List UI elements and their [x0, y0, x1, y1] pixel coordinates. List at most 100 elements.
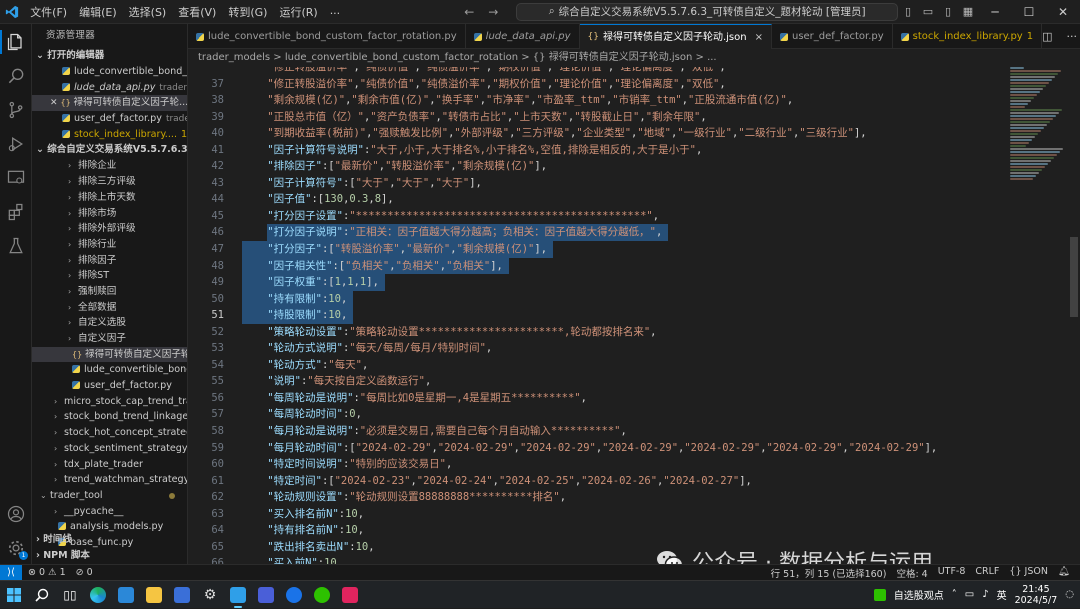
- taskbar-search-icon[interactable]: [28, 581, 56, 609]
- code-line[interactable]: "因子值":[130,0.3,8],: [242, 191, 1012, 208]
- editor-tab[interactable]: user_def_factor.py: [772, 24, 893, 49]
- open-editor-item[interactable]: stock_index_library.... 1: [32, 127, 187, 143]
- back-arrow-icon[interactable]: ←: [464, 5, 474, 19]
- code-line[interactable]: "排除因子":["最新价","转股溢价率","剩余规模(亿)"],: [242, 158, 1012, 175]
- code-line[interactable]: "轮动规则设置":"轮动规则设置88888888**********排名",: [242, 489, 1012, 506]
- vertical-scrollbar[interactable]: [1068, 67, 1080, 564]
- code-line[interactable]: "每月轮动时间":["2024-02-29","2024-02-29","202…: [242, 440, 1012, 457]
- code-line[interactable]: "到期收益率(税前)","强赎触发比例","外部评级","三方评级","企业类型…: [242, 125, 1012, 142]
- language-mode[interactable]: {} JSON: [1009, 566, 1048, 580]
- tree-item[interactable]: › 排除ST: [32, 268, 187, 284]
- editor-tab[interactable]: {} 禄得可转债自定义因子轮动.json ×: [579, 24, 772, 50]
- more-actions-icon[interactable]: ···: [1067, 30, 1078, 43]
- code-line[interactable]: "因子相关性":["负相关","负相关","负相关"],: [242, 257, 1012, 275]
- breadcrumb[interactable]: trader_models > lude_convertible_bond_cu…: [188, 49, 1080, 67]
- maximize-button[interactable]: ☐: [1012, 5, 1046, 19]
- task-view-icon[interactable]: ▯▯: [56, 581, 84, 609]
- menu-item[interactable]: 选择(S): [123, 4, 173, 20]
- project-folder-header[interactable]: ⌄ 综合自定义交易系统V5.5.7.6.3_可转...: [32, 142, 187, 158]
- tree-item[interactable]: › 全部数据: [32, 300, 187, 316]
- tree-item[interactable]: › 自定义选股: [32, 315, 187, 331]
- source-control-icon[interactable]: [0, 94, 32, 126]
- customize-layout-icon[interactable]: ▦: [958, 5, 978, 18]
- code-line[interactable]: "持有限制":10,: [242, 290, 1012, 308]
- tree-item[interactable]: › trend_watchman_strategy: [32, 472, 187, 488]
- scrollbar-thumb[interactable]: [1070, 237, 1078, 317]
- open-editor-item[interactable]: lude_data_api.pytrader_t...: [32, 80, 187, 96]
- mail-icon[interactable]: [112, 581, 140, 609]
- settings-app-icon[interactable]: ⚙: [196, 581, 224, 609]
- code-line[interactable]: "因子权重":[1,1,1],: [242, 274, 1012, 291]
- remote-explorer-icon[interactable]: [0, 162, 32, 194]
- ports-status[interactable]: ⊘ 0: [76, 567, 93, 578]
- tree-item[interactable]: › stock_bond_trend_linkage_st...: [32, 409, 187, 425]
- editor-tab[interactable]: lude_convertible_bond_custom_factor_rota…: [188, 24, 466, 49]
- close-window-button[interactable]: ✕: [1046, 5, 1080, 19]
- tree-item[interactable]: › __pycache__: [32, 504, 187, 520]
- npm-scripts-section[interactable]: › NPM 脚本: [32, 548, 187, 564]
- settings-gear-icon[interactable]: 1: [0, 532, 32, 564]
- open-editor-item[interactable]: user_def_factor.pytrader...: [32, 111, 187, 127]
- tree-item[interactable]: › 强制赎回: [32, 284, 187, 300]
- code-line[interactable]: "每月轮动是说明":"必须是交易日,需要自己每个月自动输入**********"…: [242, 423, 1012, 440]
- menu-item[interactable]: 查看(V): [172, 4, 222, 20]
- code-editor[interactable]: 37 38 39 40 41 42 43 44 45 46 47 48 49 50 51 52 53 54 55 56…: [188, 67, 1080, 564]
- tree-item[interactable]: › 排除外部评级: [32, 221, 187, 237]
- tree-item[interactable]: lude_convertible_bond_cus...: [32, 362, 187, 378]
- tray-app-label[interactable]: 自选股观点: [894, 587, 944, 602]
- red-app-icon[interactable]: [336, 581, 364, 609]
- code-line[interactable]: "持股限制":10,: [242, 307, 1012, 324]
- menu-item[interactable]: 编辑(E): [73, 4, 123, 20]
- cursor-position[interactable]: 行 51，列 15 (已选择160): [771, 566, 887, 580]
- edge-browser-icon[interactable]: [84, 581, 112, 609]
- encoding[interactable]: UTF-8: [938, 566, 966, 580]
- menu-item[interactable]: 文件(F): [24, 4, 73, 20]
- notification-center-icon[interactable]: ◌: [1065, 589, 1074, 600]
- ime-indicator[interactable]: 英: [997, 587, 1007, 602]
- menu-item[interactable]: 运行(R): [273, 4, 323, 20]
- code-line[interactable]: "说明":"每天按自定义函数运行",: [242, 373, 1012, 390]
- toggle-sidebar-icon[interactable]: ▯: [898, 5, 918, 18]
- network-icon[interactable]: ▭: [965, 589, 974, 600]
- tree-item[interactable]: › 排除市场: [32, 206, 187, 222]
- account-icon[interactable]: [0, 498, 32, 530]
- tray-chevron-icon[interactable]: ˄: [952, 589, 957, 600]
- close-icon[interactable]: ×: [755, 25, 763, 50]
- editor-tab[interactable]: lude_data_api.py: [466, 24, 580, 49]
- code-line[interactable]: "轮动方式说明":"每天/每周/每月/特别时间",: [242, 340, 1012, 357]
- stock-app-icon[interactable]: [873, 588, 886, 601]
- indentation[interactable]: 空格: 4: [896, 566, 927, 580]
- tree-item[interactable]: › tdx_plate_trader: [32, 457, 187, 473]
- editor-tab[interactable]: stock_index_library.py 1: [893, 24, 1043, 49]
- problems-status[interactable]: ⊗ 0 ⚠ 1: [28, 567, 66, 578]
- code-line[interactable]: "特定时间说明":"特别的应该交易日",: [242, 456, 1012, 473]
- close-icon[interactable]: ✕: [50, 98, 58, 108]
- code-line[interactable]: "持有排名前N":10,: [242, 522, 1012, 539]
- run-debug-icon[interactable]: [0, 128, 32, 160]
- tree-item[interactable]: › micro_stock_cap_trend_tradi...: [32, 394, 187, 410]
- code-line[interactable]: "因子计算符号说明":"大于,小于,大于排名%,小于排名%,空值,排除是相反的,…: [242, 142, 1012, 159]
- code-line[interactable]: "打分因子设置":"******************************…: [242, 208, 1012, 225]
- tree-item[interactable]: › 排除上市天数: [32, 190, 187, 206]
- tree-item[interactable]: user_def_factor.py: [32, 378, 187, 394]
- code-line[interactable]: "剩余规模(亿)","剩余市值(亿)","换手率","市净率","市盈率_ttm…: [242, 92, 1012, 109]
- file-explorer-icon[interactable]: [140, 581, 168, 609]
- code-line[interactable]: "每周轮动时间":0,: [242, 406, 1012, 423]
- command-center[interactable]: ⌕ 综合自定义交易系统V5.5.7.6.3_可转债自定义_题材轮动 [管理员]: [516, 2, 898, 21]
- code-line[interactable]: "修正转股溢价率","纯债价值","纯债溢价率","期权价值","理论价值","…: [242, 67, 1012, 76]
- split-editor-icon[interactable]: ◫: [1042, 30, 1052, 43]
- open-editor-item[interactable]: lude_convertible_bond_c...: [32, 64, 187, 80]
- minimize-button[interactable]: ─: [978, 5, 1012, 19]
- toggle-panel-icon[interactable]: ▭: [918, 5, 938, 18]
- menu-item[interactable]: ...: [324, 4, 347, 20]
- vscode-taskbar-icon[interactable]: [224, 581, 252, 609]
- wechat-taskbar-icon[interactable]: [308, 581, 336, 609]
- tree-item[interactable]: {}禄得可转债自定义因子轮动...: [32, 346, 187, 363]
- code-line[interactable]: "因子计算符号":["大于","大于","大于"],: [242, 175, 1012, 192]
- tree-item[interactable]: ⌄ trader_tool: [32, 488, 187, 504]
- code-line[interactable]: "买入排名前N":10,: [242, 506, 1012, 523]
- open-editor-item[interactable]: ✕{} 禄得可转债自定义因子轮...: [32, 95, 187, 112]
- remote-indicator-icon[interactable]: ⟩⟨: [0, 564, 22, 581]
- open-editors-header[interactable]: ⌄ 打开的编辑器: [32, 48, 187, 64]
- store-icon[interactable]: [168, 581, 196, 609]
